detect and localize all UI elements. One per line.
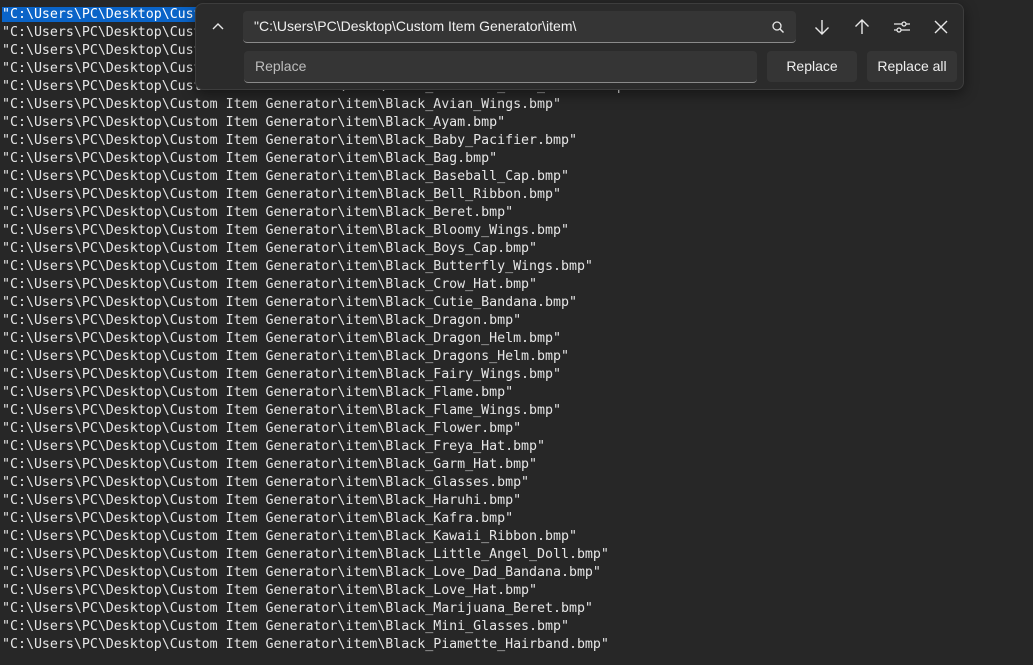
text-line[interactable]: "C:\Users\PC\Desktop\Custom Item Generat… bbox=[0, 510, 1033, 528]
text-selection: "C:\Users\PC\Desktop\Cust bbox=[2, 7, 202, 22]
arrow-up-icon bbox=[855, 19, 869, 34]
text-line[interactable]: "C:\Users\PC\Desktop\Custom Item Generat… bbox=[0, 240, 1033, 258]
text-line[interactable]: "C:\Users\PC\Desktop\Custom Item Generat… bbox=[0, 600, 1033, 618]
text-line[interactable]: "C:\Users\PC\Desktop\Custom Item Generat… bbox=[0, 258, 1033, 276]
text-line[interactable]: "C:\Users\PC\Desktop\Custom Item Generat… bbox=[0, 474, 1033, 492]
replace-all-button[interactable]: Replace all bbox=[867, 51, 957, 82]
text-line[interactable]: "C:\Users\PC\Desktop\Custom Item Generat… bbox=[0, 168, 1033, 186]
text-line[interactable]: "C:\Users\PC\Desktop\Custom Item Generat… bbox=[0, 492, 1033, 510]
text-line[interactable]: "C:\Users\PC\Desktop\Custom Item Generat… bbox=[0, 330, 1033, 348]
text-line[interactable]: "C:\Users\PC\Desktop\Custom Item Generat… bbox=[0, 312, 1033, 330]
text-line[interactable]: "C:\Users\PC\Desktop\Custom Item Generat… bbox=[0, 204, 1033, 222]
text-line[interactable]: "C:\Users\PC\Desktop\Custom Item Generat… bbox=[0, 114, 1033, 132]
search-icon bbox=[772, 21, 784, 33]
text-line[interactable]: "C:\Users\PC\Desktop\Custom Item Generat… bbox=[0, 528, 1033, 546]
text-line[interactable]: "C:\Users\PC\Desktop\Custom Item Generat… bbox=[0, 402, 1033, 420]
chevron-up-icon bbox=[212, 23, 224, 30]
text-line[interactable]: "C:\Users\PC\Desktop\Custom Item Generat… bbox=[0, 366, 1033, 384]
text-line[interactable]: "C:\Users\PC\Desktop\Custom Item Generat… bbox=[0, 438, 1033, 456]
search-button[interactable] bbox=[763, 13, 793, 41]
text-line[interactable]: "C:\Users\PC\Desktop\Custom Item Generat… bbox=[0, 276, 1033, 294]
close-button[interactable] bbox=[925, 12, 957, 42]
text-line[interactable]: "C:\Users\PC\Desktop\Custom Item Generat… bbox=[0, 150, 1033, 168]
text-line[interactable]: "C:\Users\PC\Desktop\Custom Item Generat… bbox=[0, 456, 1033, 474]
sliders-icon bbox=[894, 21, 910, 33]
text-line[interactable]: "C:\Users\PC\Desktop\Custom Item Generat… bbox=[0, 420, 1033, 438]
arrow-down-icon bbox=[815, 20, 829, 35]
replace-input-placeholder: Replace bbox=[255, 58, 307, 74]
replace-input[interactable]: Replace bbox=[244, 51, 757, 83]
text-editor[interactable]: "C:\Users\PC\Desktop\Custom Item Generat… bbox=[0, 0, 1033, 665]
text-line[interactable]: "C:\Users\PC\Desktop\Custom Item Generat… bbox=[0, 384, 1033, 402]
toggle-replace-button[interactable] bbox=[202, 12, 234, 42]
replace-button[interactable]: Replace bbox=[767, 51, 857, 82]
previous-match-button[interactable] bbox=[846, 12, 878, 42]
find-input[interactable]: "C:\Users\PC\Desktop\Custom Item Generat… bbox=[243, 11, 796, 43]
text-line[interactable]: "C:\Users\PC\Desktop\Custom Item Generat… bbox=[0, 96, 1033, 114]
close-icon bbox=[934, 20, 948, 34]
find-input-value: "C:\Users\PC\Desktop\Custom Item Generat… bbox=[254, 18, 577, 34]
text-line[interactable]: "C:\Users\PC\Desktop\Custom Item Generat… bbox=[0, 582, 1033, 600]
find-replace-dialog: "C:\Users\PC\Desktop\Custom Item Generat… bbox=[195, 3, 964, 90]
text-line[interactable]: "C:\Users\PC\Desktop\Custom Item Generat… bbox=[0, 294, 1033, 312]
search-options-button[interactable] bbox=[886, 12, 918, 42]
text-line[interactable]: "C:\Users\PC\Desktop\Custom Item Generat… bbox=[0, 222, 1033, 240]
text-line[interactable]: "C:\Users\PC\Desktop\Custom Item Generat… bbox=[0, 636, 1033, 654]
text-line[interactable]: "C:\Users\PC\Desktop\Custom Item Generat… bbox=[0, 186, 1033, 204]
text-line[interactable]: "C:\Users\PC\Desktop\Custom Item Generat… bbox=[0, 618, 1033, 636]
text-line[interactable]: "C:\Users\PC\Desktop\Custom Item Generat… bbox=[0, 564, 1033, 582]
next-match-button[interactable] bbox=[806, 12, 838, 42]
text-line[interactable]: "C:\Users\PC\Desktop\Custom Item Generat… bbox=[0, 546, 1033, 564]
text-line[interactable]: "C:\Users\PC\Desktop\Custom Item Generat… bbox=[0, 132, 1033, 150]
text-line[interactable]: "C:\Users\PC\Desktop\Custom Item Generat… bbox=[0, 348, 1033, 366]
